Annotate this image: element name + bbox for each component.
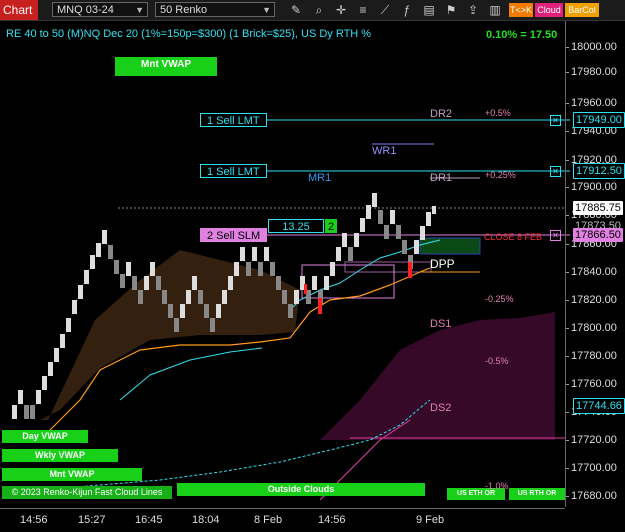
mnt-vwap-label-bottom: Mnt VWAP xyxy=(2,468,142,481)
time-axis[interactable]: 14:56 15:27 16:45 18:04 8 Feb 14:56 9 Fe… xyxy=(0,508,565,532)
outside-clouds-label: Outside Clouds xyxy=(177,483,425,496)
y-tick: 17980.00 xyxy=(566,66,617,78)
close-icon[interactable]: ✕ xyxy=(550,166,561,177)
sell-signal-brick xyxy=(318,298,322,314)
y-tick: 17960.00 xyxy=(566,97,617,109)
y-tick: 17820.00 xyxy=(566,294,617,306)
x-tick: 14:56 xyxy=(318,514,346,526)
close-8-feb-label: CLOSE 8 FEB xyxy=(484,232,543,242)
sell-slm-order[interactable]: 2 Sell SLM xyxy=(200,228,267,242)
close-icon[interactable]: ✕ xyxy=(550,115,561,126)
dpp-zone xyxy=(419,237,481,255)
dr1-label: DR1 xyxy=(430,172,453,184)
copyright-label: © 2023 Renko-Kijun Fast Cloud Lines xyxy=(2,486,172,499)
plus-025-label: +0.25% xyxy=(485,170,516,180)
plus-05-label: +0.5% xyxy=(485,108,511,118)
price-tag-last: 17885.75 xyxy=(573,201,623,215)
day-vwap-label: Day VWAP xyxy=(2,430,88,443)
y-tick: 17780.00 xyxy=(566,350,617,362)
sell-lmt-order-2[interactable]: 1 Sell LMT xyxy=(200,164,267,178)
percent-scale: 0.10% = 17.50 xyxy=(486,29,558,41)
y-tick: 17700.00 xyxy=(566,462,617,474)
mr1-label: MR1 xyxy=(308,172,332,184)
y-tick: 17680.00 xyxy=(566,490,617,502)
purple-cloud xyxy=(320,312,555,440)
y-tick: 17900.00 xyxy=(566,181,617,193)
x-tick: 9 Feb xyxy=(416,514,445,526)
dr2-label: DR2 xyxy=(430,108,453,120)
x-tick: 14:56 xyxy=(20,514,48,526)
price-tag-dr1: 17912.50 xyxy=(573,163,625,179)
dpp-label: DPP xyxy=(430,257,455,271)
minus-05-label: -0.5% xyxy=(485,356,509,366)
close-icon[interactable]: ✕ xyxy=(550,230,561,241)
us-rth-or-label: US RTH OR xyxy=(509,488,565,500)
sell-lmt-order-1[interactable]: 1 Sell LMT xyxy=(200,113,267,127)
or-box-2 xyxy=(344,261,432,273)
ds2-label: DS2 xyxy=(430,402,452,414)
order-qty-box[interactable]: 2 xyxy=(325,219,337,233)
sell-signal-brick xyxy=(408,262,412,278)
y-tick: 17800.00 xyxy=(566,322,617,334)
x-tick: 16:45 xyxy=(135,514,163,526)
mnt-vwap-label-top: Mnt VWAP xyxy=(115,57,217,76)
x-tick: 15:27 xyxy=(78,514,106,526)
x-tick: 8 Feb xyxy=(254,514,283,526)
minus-10-label: -1.0% xyxy=(485,481,509,491)
wkly-vwap-label: Wkly VWAP xyxy=(2,449,118,462)
price-tag-dr2: 17949.00 xyxy=(573,112,625,128)
x-tick: 18:04 xyxy=(192,514,220,526)
y-tick: 17840.00 xyxy=(566,266,617,278)
sell-signal-brick xyxy=(304,284,307,294)
price-axis[interactable]: 18000.00 17980.00 17960.00 17940.00 1792… xyxy=(565,21,625,507)
y-tick: 17760.00 xyxy=(566,378,617,390)
ds1-label: DS1 xyxy=(430,318,452,330)
cyan-tenkan-line xyxy=(119,347,263,401)
price-tag-sell-slm: 17866.50 xyxy=(573,228,623,242)
minus-025-label: -0.25% xyxy=(485,294,514,304)
chart-title: RE 40 to 50 (M)NQ Dec 20 (1%=150p=$300) … xyxy=(6,28,372,40)
y-tick: 17720.00 xyxy=(566,434,617,446)
order-price-box[interactable]: 13.25 xyxy=(268,219,324,233)
price-tag-ds2: 17744.66 xyxy=(573,398,625,414)
y-tick: 18000.00 xyxy=(566,41,617,53)
wr1-label: WR1 xyxy=(372,145,397,157)
